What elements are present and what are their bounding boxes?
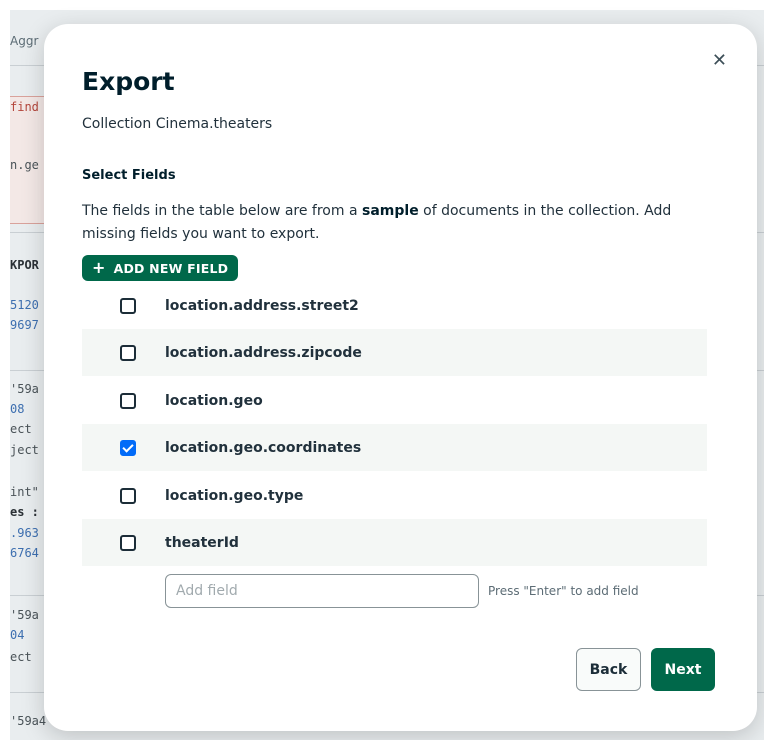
background-code-line: es : [10,505,39,519]
field-row[interactable]: location.address.street2 [82,294,707,329]
field-name: theaterId [165,534,239,551]
modal-title: Export [82,67,175,96]
background-code-line: ect [10,650,32,664]
background-code-line: n.ge [10,158,39,172]
field-row[interactable]: theaterId [82,519,707,566]
field-name: location.geo [165,392,263,409]
field-name: location.address.zipcode [165,344,362,361]
background-code-line: 9697 [10,318,39,332]
close-icon[interactable]: ✕ [712,52,727,70]
field-name: location.address.street2 [165,297,359,314]
background-code-line: ect [10,422,32,436]
select-fields-label: Select Fields [82,168,176,183]
field-row[interactable]: location.address.zipcode [82,329,707,376]
add-new-field-button[interactable]: + ADD NEW FIELD [82,255,239,281]
back-button[interactable]: Back [576,648,641,691]
field-row[interactable]: location.geo [82,377,707,424]
fields-description: The fields in the table below are from a… [82,203,672,242]
background-code-line: 08 [10,402,25,416]
add-field-input[interactable] [165,574,479,608]
next-button[interactable]: Next [651,648,715,691]
field-row[interactable]: location.geo.type [82,472,707,519]
field-row[interactable]: location.geo.coordinates [82,424,707,471]
background-code-line: 5120 [10,298,39,312]
field-list[interactable]: location.address.street2 location.address… [82,294,707,568]
sample-emphasis: sample [362,203,419,219]
add-field-hint: Press "Enter" to add field [488,584,639,598]
field-checkbox[interactable] [120,392,136,409]
background-code-line: '59a [10,608,39,622]
field-checkbox[interactable] [120,297,136,314]
background-code-line: KPOR [10,258,39,272]
background-code-line: .963 [10,526,39,540]
background-code-line: int" [10,485,39,499]
field-checkbox-checked[interactable] [120,439,136,456]
field-checkbox[interactable] [120,487,136,504]
background-code-line: '59a4 [10,714,47,728]
plus-icon: + [92,258,106,277]
field-checkbox[interactable] [120,344,136,361]
modal-subtitle: Collection Cinema.theaters [82,116,273,132]
field-name: location.geo.coordinates [165,439,362,456]
field-checkbox[interactable] [120,534,136,551]
add-new-field-label: ADD NEW FIELD [113,260,229,276]
background-code-line: '59a [10,382,39,396]
field-name: location.geo.type [165,487,304,504]
export-modal: ✕ Export Collection Cinema.theaters Sele… [44,24,757,731]
background-code-line: ject [10,443,39,457]
background-tab-label: Aggr [10,34,39,48]
background-code-line: 6764 [10,546,39,560]
background-code-line: find [10,100,39,114]
background-code-line: 04 [10,628,25,642]
